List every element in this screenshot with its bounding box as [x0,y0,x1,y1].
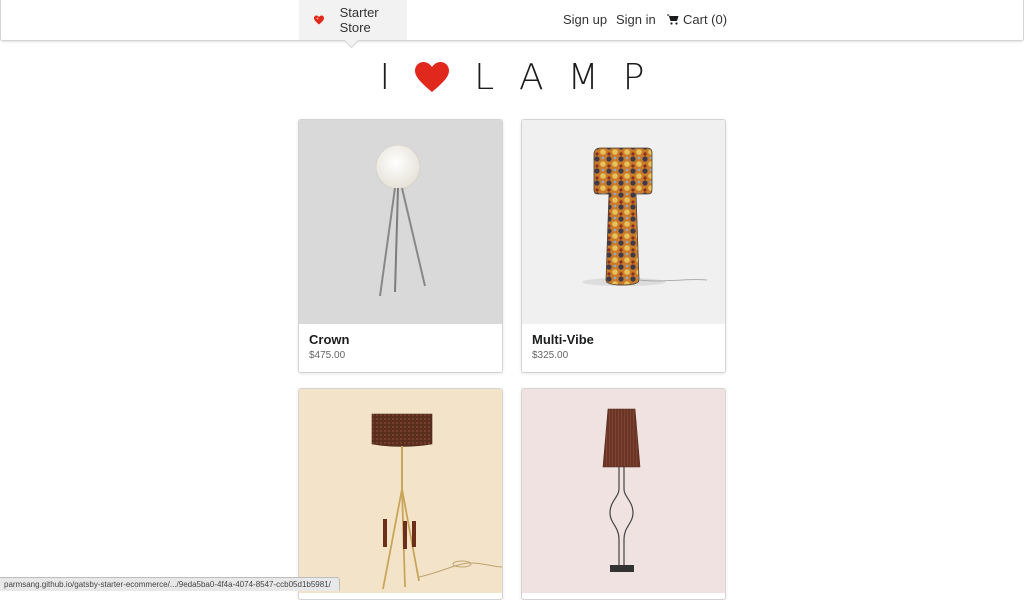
brand-label: Starter Store [339,5,379,35]
product-card[interactable]: Multi-Vibe $325.00 [521,119,726,373]
sign-up-link[interactable]: Sign up [563,12,607,27]
product-price: $475.00 [309,350,346,361]
product-name[interactable]: Crown [309,332,492,347]
product-image[interactable] [522,389,725,593]
product-name[interactable]: Multi-Vibe [532,332,715,347]
brand-logo-icon [313,12,328,28]
top-navigation-bar [0,0,1024,41]
hero-heading: I LAMP [0,52,1024,102]
product-card[interactable]: Crown $475.00 [298,119,503,373]
hero-word: LAMP [474,56,669,98]
cart-label: Cart (0) [683,12,728,27]
product-card[interactable] [521,388,726,600]
product-image[interactable] [299,120,502,324]
product-image[interactable] [522,120,725,324]
cart-link[interactable]: Cart (0) [667,12,727,27]
sign-in-link[interactable]: Sign in [616,12,656,27]
hero-letter-i: I [379,56,415,98]
product-price: $325.00 [532,350,569,361]
product-card[interactable] [298,388,503,600]
product-image[interactable] [299,389,502,593]
cart-icon [667,14,679,25]
heart-icon [415,62,450,92]
status-url-bar: parmsang.github.io/gatsby-starter-ecomme… [0,577,340,591]
